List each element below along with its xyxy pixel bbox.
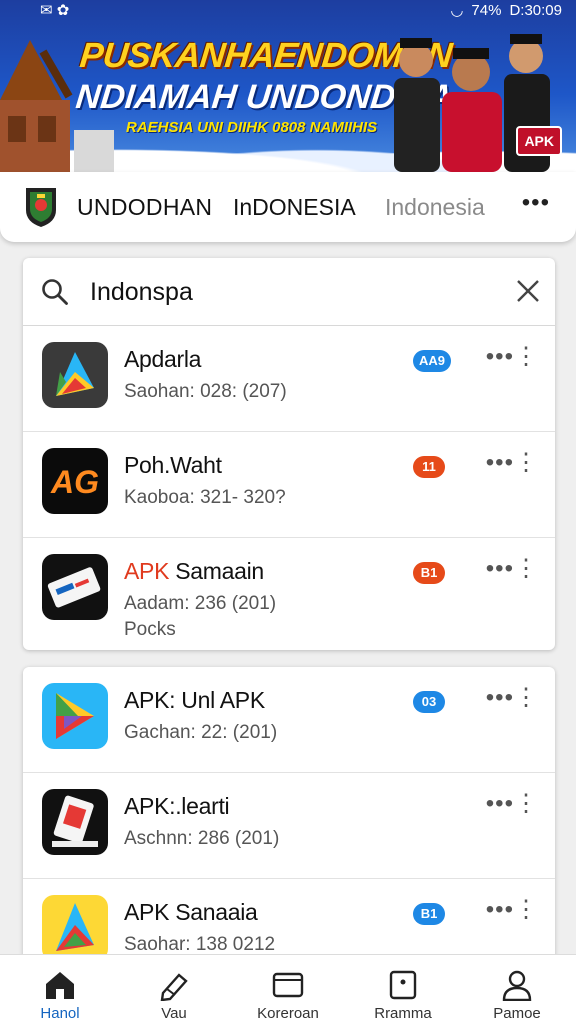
clock: D:30:09 (509, 1, 562, 19)
list-item[interactable]: Apdarla Saohan: 028: (207) AA9 •••⋮ (23, 326, 555, 432)
nav-label: Vau (161, 1005, 187, 1022)
nav-label: Rramma (374, 1005, 432, 1022)
edit-icon (160, 973, 188, 1001)
person-icon (502, 970, 532, 1001)
app-name: APK Sanaaia (124, 899, 258, 925)
close-icon[interactable] (515, 278, 541, 304)
search-icon (42, 279, 68, 305)
tab-indonesia-alt[interactable]: Indonesia (385, 194, 485, 221)
nav-label: Hanol (40, 1005, 80, 1022)
ag-logo-icon: AG (42, 448, 108, 514)
wifi-icon: ◡ (450, 2, 464, 19)
nav-koreroan[interactable]: Koreroan (243, 969, 333, 1022)
search-input[interactable]: Indonspa (90, 278, 193, 307)
search-bar[interactable]: Indonspa (23, 258, 555, 326)
square-dot-icon (389, 970, 417, 1000)
notification-icons: ✉ ✿ (40, 2, 70, 19)
list-item[interactable]: APK Samaain Aadam: 236 (201) Pocks B1 ••… (23, 538, 555, 644)
tab-indonesia[interactable]: InDONESIA (233, 194, 356, 221)
app-meta-extra: Pocks (124, 619, 176, 640)
play-triangle-icon (42, 342, 108, 408)
status-badge: B1 (413, 903, 445, 925)
top-navbar: UNDODHAN InDONESIA Indonesia ••• (0, 172, 576, 242)
nav-rramma[interactable]: Rramma (358, 969, 448, 1022)
list-item[interactable]: AG Poh.Waht Kaoboa: 321- 320? 11 •••⋮ (23, 432, 555, 538)
card-icon (42, 554, 108, 620)
more-results-card: APK: Unl APK Gachan: 22: (201) 03 •••⋮ A… (23, 667, 555, 967)
app-meta: Kaoboa: 321- 320? (124, 487, 286, 508)
tab-undodhan[interactable]: UNDODHAN (77, 194, 212, 221)
more-options-icon[interactable]: •••⋮ (486, 789, 539, 818)
shield-logo-icon (26, 188, 56, 227)
more-options-icon[interactable]: •••⋮ (486, 448, 539, 477)
app-meta: Saohar: 138 0212 (124, 934, 276, 955)
svg-text:AG: AG (50, 464, 99, 500)
signal-text: 74% (471, 1, 502, 19)
list-item[interactable]: APK:.learti Aschnn: 286 (201) •••⋮ (23, 773, 555, 879)
status-right: ◡ 74% D:30:09 (450, 1, 562, 20)
promo-banner[interactable]: ✉ ✿ ◡ 74% D:30:09 PUSKANHAENDOMAN NDIAMA… (0, 0, 576, 172)
app-name: APK Samaain (124, 558, 264, 584)
search-results-card: Indonspa Apdarla Saohan: 028: (207) AA9 … (23, 258, 555, 650)
status-bar: ✉ ✿ ◡ 74% D:30:09 (0, 0, 576, 20)
apk-badge: APK (516, 126, 562, 156)
status-badge: 03 (413, 691, 445, 713)
play-triangle-icon (42, 895, 108, 961)
status-badge: AA9 (413, 350, 452, 372)
app-meta: Gachan: 22: (201) (124, 722, 278, 743)
app-name: APK:.learti (124, 793, 230, 819)
nav-label: Pamoe (493, 1005, 541, 1022)
app-meta: Aschnn: 286 (201) (124, 828, 280, 849)
play-triangle-icon (42, 683, 108, 749)
card-icon (42, 789, 108, 855)
nav-label: Koreroan (257, 1005, 319, 1022)
bottom-navigation: Hanol Vau Koreroan Rramma Pamoe (0, 954, 576, 1024)
nav-pamoe[interactable]: Pamoe (472, 969, 562, 1022)
more-menu-icon[interactable]: ••• (522, 189, 550, 217)
list-item[interactable]: APK: Unl APK Gachan: 22: (201) 03 •••⋮ (23, 667, 555, 773)
app-meta: Aadam: 236 (201) (124, 593, 277, 614)
app-meta: Saohan: 028: (207) (124, 381, 287, 402)
status-badge: B1 (413, 562, 445, 584)
home-icon (46, 972, 74, 999)
nav-vau[interactable]: Vau (129, 969, 219, 1022)
status-badge: 11 (413, 456, 445, 478)
app-name: APK: Unl APK (124, 687, 265, 713)
nav-home[interactable]: Hanol (15, 969, 105, 1022)
more-options-icon[interactable]: •••⋮ (486, 342, 539, 371)
app-name: Poh.Waht (124, 452, 222, 478)
more-options-icon[interactable]: •••⋮ (486, 683, 539, 712)
more-options-icon[interactable]: •••⋮ (486, 895, 539, 924)
window-icon (272, 972, 304, 998)
banner-tagline: RAEHSIA UNI DIIHK 0808 NAMIIHIS (126, 119, 378, 136)
more-options-icon[interactable]: •••⋮ (486, 554, 539, 583)
app-name: Apdarla (124, 346, 202, 372)
